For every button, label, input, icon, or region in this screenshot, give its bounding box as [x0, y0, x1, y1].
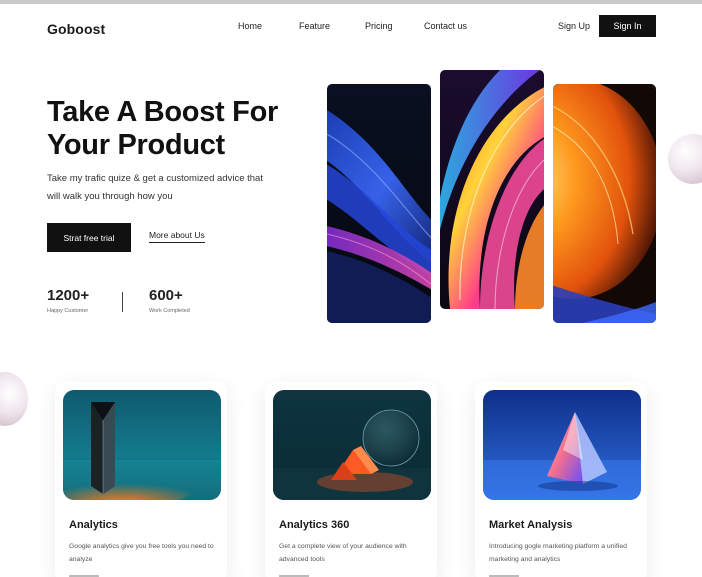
- stat-customers-value: 1200+: [47, 287, 90, 304]
- nav-feature[interactable]: Feature: [299, 21, 330, 31]
- decorative-sphere-left: [0, 372, 28, 426]
- card-image-sphere: [273, 390, 431, 500]
- hero-subtitle: Take my trafic quize & get a customized …: [47, 173, 263, 202]
- more-about-link[interactable]: More about Us: [149, 230, 205, 243]
- card-title: Analytics: [69, 519, 118, 531]
- card-image-pyramid: [483, 390, 641, 500]
- card-description: Introducing gogle marketing platform a u…: [489, 543, 627, 563]
- hero-art-panel-blue: [327, 84, 431, 323]
- start-trial-button[interactable]: Strat free trial: [47, 223, 131, 252]
- hero-art-panel-orange: [553, 84, 656, 323]
- feature-card-analytics-360[interactable]: Analytics 360 Get a complete view of you…: [265, 382, 437, 577]
- stat-divider: [122, 292, 123, 312]
- card-title: Market Analysis: [489, 519, 573, 531]
- card-description: Get a complete view of your audience wit…: [279, 543, 407, 563]
- stat-customers-label: Happy Customer: [47, 308, 89, 314]
- decorative-sphere-right: [668, 134, 702, 184]
- feature-card-analytics[interactable]: Analytics Google analytics give you free…: [55, 382, 227, 577]
- card-description: Google analytics give you free tools you…: [69, 543, 214, 563]
- brand-logo[interactable]: Goboost: [47, 21, 105, 37]
- sign-in-button[interactable]: Sign In: [599, 15, 656, 37]
- feature-card-market-analysis[interactable]: Market Analysis Introducing gogle market…: [475, 382, 647, 577]
- hero-art-panel-rainbow: [440, 70, 544, 309]
- nav-contact[interactable]: Contact us: [424, 21, 467, 31]
- stat-works-value: 600+: [149, 287, 183, 304]
- landing-page: Goboost Home Feature Pricing Contact us …: [0, 4, 702, 577]
- card-title: Analytics 360: [279, 519, 350, 531]
- sign-up-link[interactable]: Sign Up: [558, 21, 590, 31]
- hero-title: Take A Boost For Your Product: [47, 96, 278, 161]
- stat-works-label: Work Completed: [149, 308, 190, 314]
- nav-pricing[interactable]: Pricing: [365, 21, 393, 31]
- nav-home[interactable]: Home: [238, 21, 262, 31]
- card-image-prism: [63, 390, 221, 500]
